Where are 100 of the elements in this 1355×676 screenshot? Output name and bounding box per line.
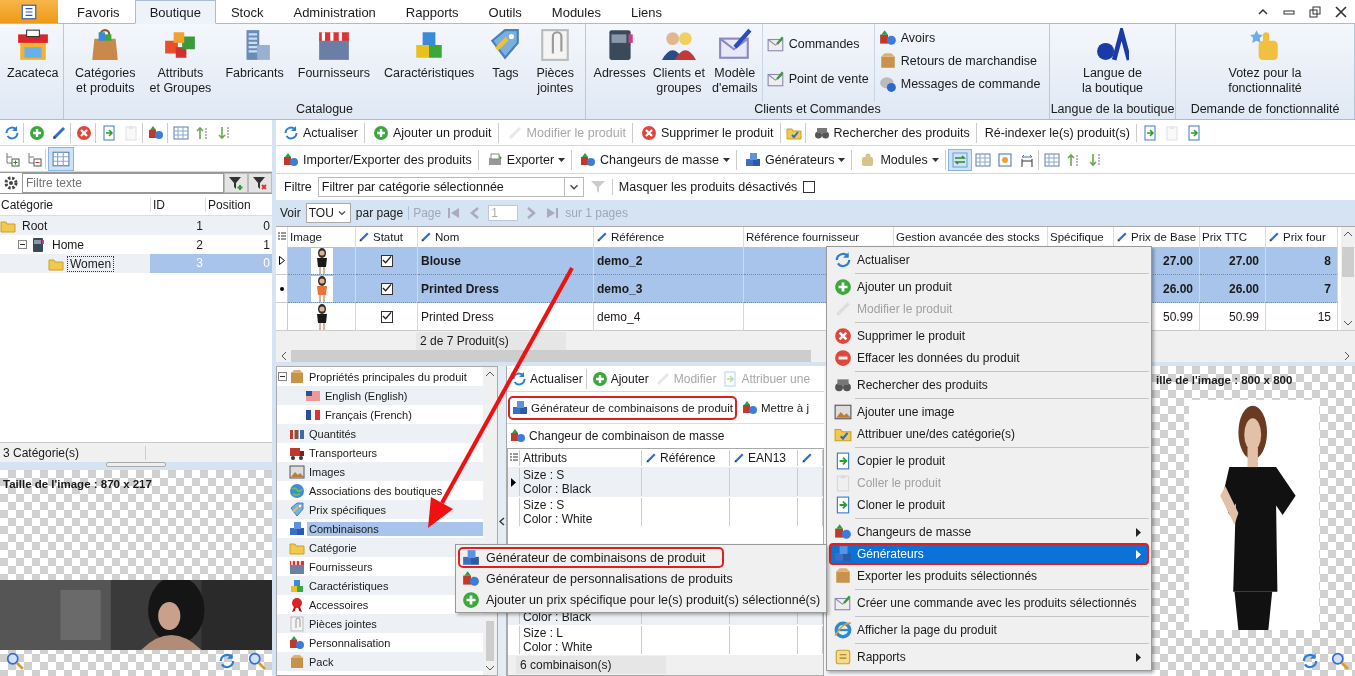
section-item[interactable]: Personnalisation [307,635,393,650]
scrollbar-thumb[interactable] [1342,247,1354,277]
scrollbar-thumb[interactable] [291,350,811,362]
scrollbar-thumb[interactable] [486,621,494,661]
ribbon-button[interactable]: Modèle d'emails [709,24,761,102]
filter-button[interactable] [224,173,248,193]
menu-tab[interactable]: Modules [536,0,616,24]
menu-item[interactable]: Créer une commande avec les produits sélectionnés [829,592,1149,614]
section-item[interactable]: Transporteurs [307,445,380,460]
toolbar-button[interactable] [48,146,74,171]
ribbon-button[interactable]: Langue de la boutique [1078,24,1147,102]
ribbon-button[interactable]: Commandes [766,34,869,53]
column-chooser-icon[interactable] [509,453,518,463]
menu-item[interactable]: Actualiser [829,249,1149,271]
tree-item[interactable]: Women [67,255,115,272]
ribbon-button[interactable]: Messages de commande [878,75,1041,94]
ribbon-button[interactable]: Catégories et produits [72,24,139,102]
ribbon-button[interactable]: Attributs et Groupes [146,24,215,102]
ribbon-button[interactable]: Point de vente [766,69,869,88]
menu-item[interactable]: Exporter les produits sélectionnés [829,565,1149,587]
checkbox[interactable] [803,181,816,193]
menu-item[interactable]: Ajouter un prix spécifique pour le(s) produit(s) sélectionné(s) [458,589,824,610]
section-item[interactable]: Quantités [307,426,359,441]
menu-tab[interactable]: Outils [473,0,537,24]
toolbar-button[interactable]: Importer/Exporter des produits [277,149,479,170]
menu-item[interactable]: Attribuer une/des catégorie(s) [829,423,1149,445]
menu-item[interactable]: Cloner le produit [829,494,1149,516]
toolbar-button[interactable]: Générateurs [738,149,853,170]
column-header[interactable]: Référence [642,450,730,466]
filter-field[interactable]: Filtre texte [22,173,224,193]
tree-item[interactable]: Home [49,236,87,253]
checkbox[interactable] [380,254,393,267]
toolbar-button[interactable]: Actualiser [508,368,587,389]
close-icon[interactable] [1335,5,1347,18]
column-header[interactable]: ID [150,197,205,212]
section-item[interactable]: Associations des boutiques [307,483,445,498]
menu-item[interactable]: Ajouter une image [829,401,1149,423]
toolbar-button[interactable]: Actualiser [277,122,365,143]
toolbar-button[interactable]: Ajouter un produit [366,122,499,143]
per-page-dropdown[interactable]: TOU [305,203,351,223]
menu-tab[interactable]: Stock [215,0,279,24]
column-chooser-icon[interactable] [276,227,288,247]
scroll-up-icon[interactable] [485,370,495,377]
toolbar-button[interactable]: Changeurs de masse [574,149,737,170]
section-item[interactable]: Accessoires [307,597,371,612]
toolbar-button[interactable]: Modules [854,149,946,170]
menu-item[interactable]: Rechercher des produits [829,374,1149,396]
collapse-panel-icon[interactable] [499,516,505,526]
menu-item[interactable]: Effacer les données du produit [829,347,1149,369]
column-header[interactable]: Attributs [520,450,642,466]
vertical-scrollbar[interactable] [1341,227,1355,330]
menu-item[interactable]: Générateur de personnalisations de produits [458,568,824,589]
section-item[interactable]: Combinaisons [307,521,483,536]
collapse-icon[interactable] [18,240,27,249]
restore-icon[interactable] [1309,5,1321,18]
menu-item[interactable]: Générateurs [829,543,1149,565]
scroll-left-icon[interactable] [280,351,287,361]
section-item[interactable]: Pack [307,654,336,669]
section-item[interactable]: Images [307,464,348,479]
clear-filter-button[interactable] [248,173,272,193]
category-filter-dropdown[interactable]: Filtrer par catégorie sélectionnée [317,177,584,197]
menu-tab[interactable]: Favoris [62,0,135,24]
menu-tab[interactable]: Liens [615,0,678,24]
application-menu-button[interactable] [0,0,58,23]
toolbar-button[interactable]: Générateur de combinaisons de produit [508,395,737,420]
section-item[interactable]: Propriétés principales du produit [307,369,469,384]
ribbon-button[interactable]: Retours de marchandise [878,52,1041,70]
toolbar-button[interactable]: Exporter [480,149,573,170]
menu-item[interactable]: Changeurs de masse [829,521,1149,543]
ribbon-button[interactable]: Fabricants [222,24,287,102]
ribbon-button[interactable]: Caractéristiques [381,24,478,102]
toolbar-button[interactable] [947,148,972,171]
column-header[interactable]: Catégorie [0,197,150,212]
section-item[interactable]: Fournisseurs [307,559,375,574]
toolbar-button[interactable]: Changeur de combinaison de masse [507,426,728,446]
ribbon-button[interactable]: Avoirs [878,28,1041,47]
ribbon-button[interactable]: Adresses [590,24,649,102]
ribbon-button[interactable]: Clients et groupes [649,24,708,102]
menu-tab[interactable]: Administration [278,0,391,24]
ribbon-button[interactable]: Zacateca [4,24,62,119]
scroll-up-icon[interactable] [1343,230,1353,237]
menu-item[interactable]: Générateur de combinaisons de produit [458,547,724,568]
column-header[interactable]: EAN13 [730,450,798,466]
checkbox[interactable] [380,282,393,295]
menu-item[interactable]: Rapports [829,646,1149,668]
ribbon-button[interactable]: Tags [485,24,526,102]
section-item[interactable]: Catégorie [307,540,359,555]
ribbon-button[interactable]: Votez pour la fonctionnalité [1225,24,1305,102]
menu-tab[interactable]: Boutique [134,0,216,24]
checkbox[interactable] [380,310,393,323]
menu-tab[interactable]: Rapports [390,0,474,24]
toolbar-button[interactable]: Mettre à j [738,395,813,420]
menu-item[interactable]: Ajouter un produit [829,276,1149,298]
tree-item[interactable]: Root [19,217,51,234]
menu-item[interactable]: Copier le produit [829,450,1149,472]
toolbar-button[interactable]: Rechercher des produits [807,122,977,143]
toolbar-button[interactable]: Ré-indexer le(s) produit(s) [978,123,1137,142]
menu-item[interactable]: Supprimer le produit [829,325,1149,347]
scroll-right-icon[interactable] [1344,351,1351,361]
collapse-icon[interactable] [278,372,287,381]
